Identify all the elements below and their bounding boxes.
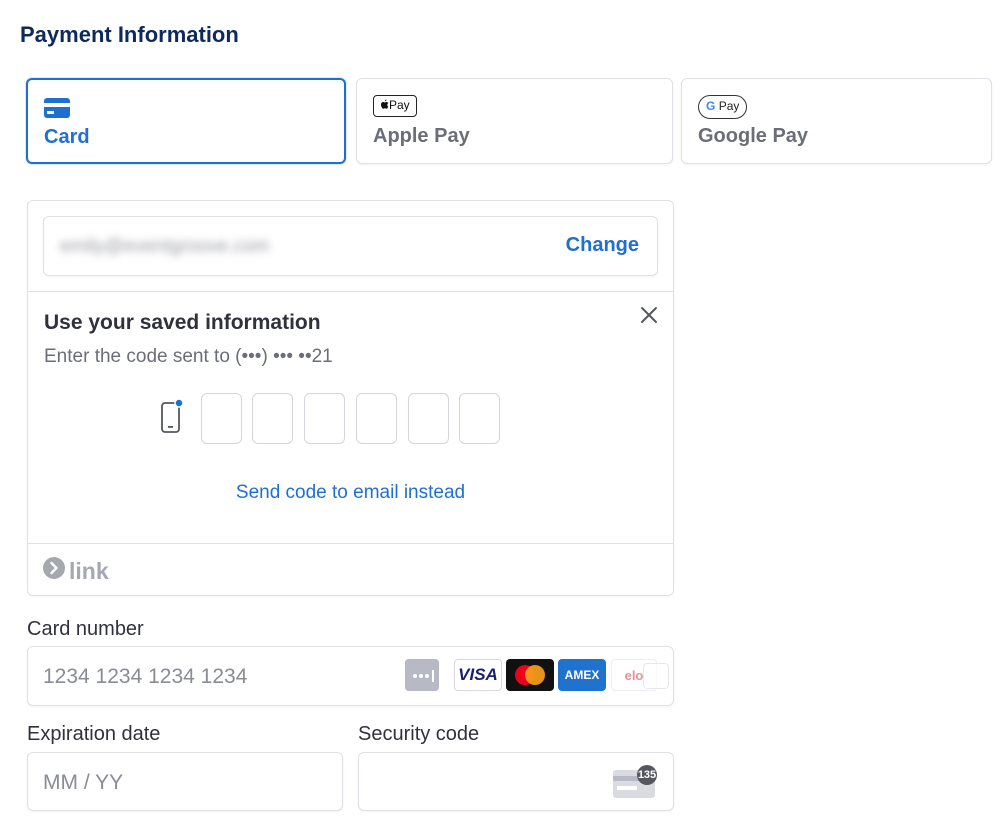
- card-number-placeholder: 1234 1234 1234 1234: [43, 665, 248, 688]
- apple-pay-icon: Pay: [373, 95, 417, 117]
- divider: [28, 291, 673, 292]
- card-number-input[interactable]: 1234 1234 1234 1234 VISA AMEX elo: [27, 646, 674, 706]
- phone-icon: [160, 398, 186, 440]
- google-g-letter: G: [706, 99, 716, 113]
- code-digit-input[interactable]: [252, 393, 293, 444]
- credit-card-icon: [44, 98, 70, 123]
- cvc-card-icon: 135: [611, 765, 659, 804]
- code-digit-input[interactable]: [459, 393, 500, 444]
- send-code-email-link[interactable]: Send code to email instead: [28, 482, 673, 504]
- tab-google-pay[interactable]: G Pay Google Pay: [681, 78, 992, 164]
- cvc-hint-number: 135: [637, 769, 657, 781]
- code-digit-input[interactable]: [356, 393, 397, 444]
- code-digit-input[interactable]: [201, 393, 242, 444]
- link-brand-text: link: [69, 557, 109, 584]
- link-authentication-panel: emily@eventgroove.com Change Use your sa…: [27, 200, 674, 596]
- tab-card[interactable]: Card: [26, 78, 346, 164]
- link-logo: link: [43, 557, 109, 584]
- google-pay-badge-text: Pay: [718, 99, 740, 113]
- additional-card-icon: [643, 663, 669, 689]
- code-digit-input[interactable]: [304, 393, 345, 444]
- change-email-button[interactable]: Change: [566, 234, 639, 257]
- link-email-row: emily@eventgroove.com Change: [43, 216, 658, 276]
- tab-apple-pay-label: Apple Pay: [373, 125, 470, 147]
- saved-info-title: Use your saved information: [44, 311, 321, 334]
- tab-apple-pay[interactable]: Pay Apple Pay: [356, 78, 673, 164]
- card-number-label: Card number: [27, 618, 144, 640]
- divider: [28, 543, 673, 544]
- amex-icon: AMEX: [558, 659, 606, 691]
- page-title: Payment Information: [20, 22, 239, 47]
- code-digit-input[interactable]: [408, 393, 449, 444]
- expiration-date-label: Expiration date: [27, 723, 161, 745]
- visa-icon: VISA: [454, 659, 502, 691]
- link-email-value: emily@eventgroove.com: [60, 236, 270, 257]
- close-icon[interactable]: [640, 305, 658, 329]
- security-code-input[interactable]: 135: [358, 752, 674, 811]
- expiration-date-placeholder: MM / YY: [43, 771, 124, 794]
- security-code-label: Security code: [358, 723, 480, 745]
- link-chevron-icon: [43, 557, 65, 584]
- generic-card-icon: [405, 659, 439, 691]
- saved-info-subtitle: Enter the code sent to (•••) ••• ••21: [44, 346, 333, 367]
- mastercard-icon: [506, 659, 554, 691]
- tab-google-pay-label: Google Pay: [698, 125, 809, 147]
- apple-pay-badge-text: Pay: [389, 98, 410, 112]
- tab-card-label: Card: [44, 126, 90, 148]
- expiration-date-input[interactable]: MM / YY: [27, 752, 343, 811]
- google-pay-icon: G Pay: [698, 95, 748, 119]
